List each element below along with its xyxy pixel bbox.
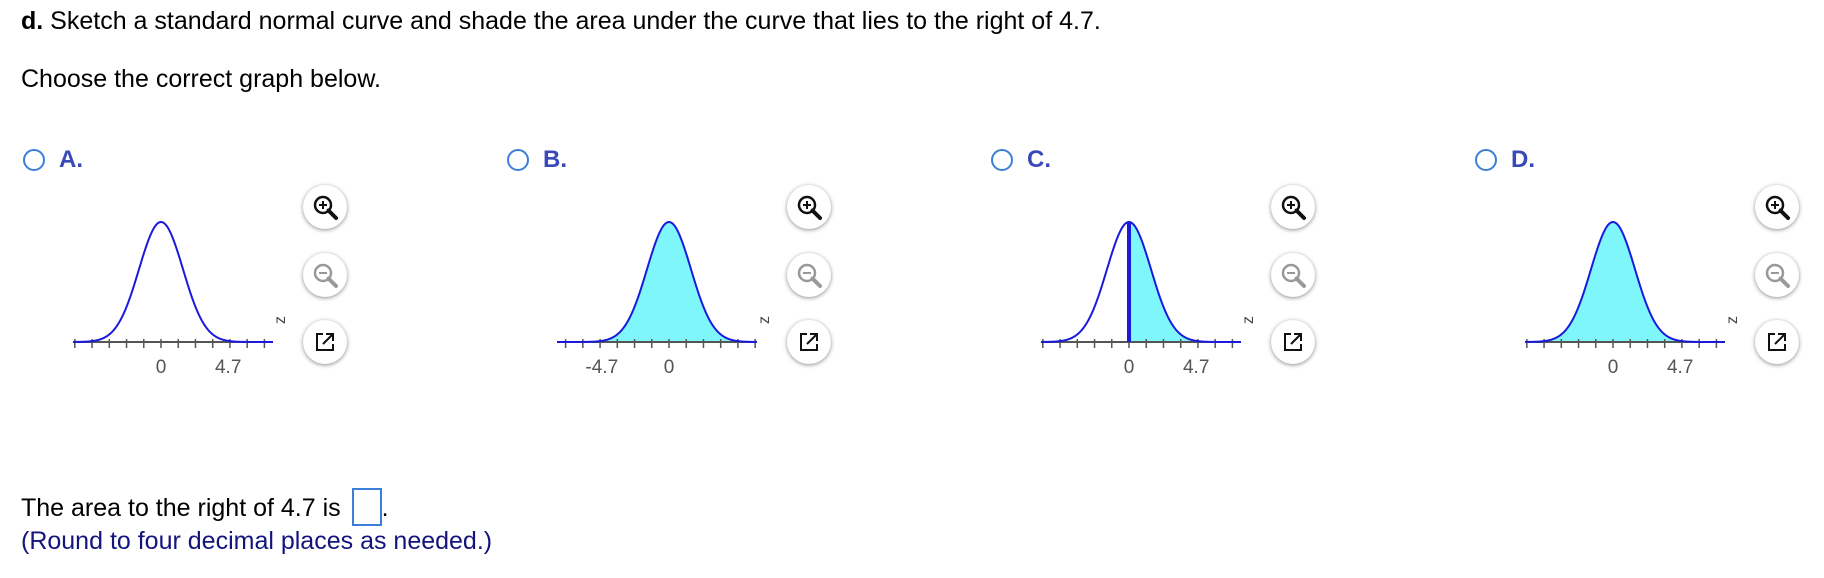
option-d-axis-label: z bbox=[1724, 316, 1741, 324]
option-a-radio[interactable] bbox=[23, 149, 45, 171]
question-text: Sketch a standard normal curve and shade… bbox=[50, 7, 1101, 35]
question-part-label: d. bbox=[21, 7, 44, 35]
option-d-tick-label-left: 0 bbox=[1608, 357, 1619, 378]
zoom-out-icon bbox=[797, 263, 822, 288]
option-b-tick-label-left: -4.7 bbox=[585, 357, 618, 378]
option-a-letter: A. bbox=[59, 146, 83, 173]
option-d-zoom-in-button[interactable] bbox=[1755, 185, 1799, 229]
popout-icon bbox=[1768, 333, 1786, 351]
option-c-head[interactable]: C. bbox=[991, 140, 1051, 180]
option-d-letter: D. bbox=[1511, 146, 1535, 173]
option-a: A. 0 4.7 z bbox=[23, 140, 463, 440]
option-a-curve bbox=[72, 220, 273, 343]
popout-icon bbox=[316, 333, 334, 351]
zoom-in-icon bbox=[313, 195, 338, 220]
option-b-zoom-in-button[interactable] bbox=[787, 185, 831, 229]
option-a-axis-label: z bbox=[272, 316, 289, 324]
option-b: B. -4.7 0 z bbox=[507, 140, 947, 440]
option-b-letter: B. bbox=[543, 146, 567, 173]
answer-input[interactable] bbox=[351, 488, 382, 526]
option-b-axis-label: z bbox=[756, 316, 773, 324]
option-b-radio[interactable] bbox=[507, 149, 529, 171]
zoom-out-icon bbox=[1765, 263, 1790, 288]
zoom-in-icon bbox=[1281, 195, 1306, 220]
instruction-text: Choose the correct graph below. bbox=[21, 65, 381, 93]
rounding-hint: (Round to four decimal places as needed.… bbox=[21, 527, 493, 555]
option-b-tick-label-right: 0 bbox=[664, 357, 675, 378]
option-c-graph: 0 4.7 z bbox=[1040, 220, 1257, 378]
option-a-tick-label-right: 4.7 bbox=[215, 357, 241, 378]
option-c-radio[interactable] bbox=[991, 149, 1013, 171]
option-b-head[interactable]: B. bbox=[507, 140, 567, 180]
option-b-shade bbox=[598, 222, 740, 342]
option-b-graph: -4.7 0 z bbox=[557, 220, 773, 378]
popout-icon bbox=[1284, 333, 1302, 351]
option-a-zoom-out-button[interactable] bbox=[303, 253, 347, 297]
option-a-ticks bbox=[74, 339, 266, 348]
option-b-popout-button[interactable] bbox=[787, 320, 831, 364]
option-d-graph: 0 4.7 z bbox=[1524, 220, 1741, 378]
option-c-axis-label: z bbox=[1240, 316, 1257, 324]
answer-line: The area to the right of 4.7 is . bbox=[21, 488, 389, 526]
zoom-in-icon bbox=[1765, 195, 1790, 220]
option-c-tick-label-left: 0 bbox=[1124, 357, 1135, 378]
option-c: C. 0 4.7 z bbox=[991, 140, 1431, 440]
zoom-out-icon bbox=[1281, 263, 1306, 288]
option-a-head[interactable]: A. bbox=[23, 140, 83, 180]
zoom-in-icon bbox=[797, 195, 822, 220]
option-a-popout-button[interactable] bbox=[303, 320, 347, 364]
question-line: d. Sketch a standard normal curve and sh… bbox=[21, 6, 1101, 36]
option-b-zoom-out-button[interactable] bbox=[787, 253, 831, 297]
option-d-radio[interactable] bbox=[1475, 149, 1497, 171]
option-a-tick-label-left: 0 bbox=[156, 357, 167, 378]
answer-prefix: The area to the right of 4.7 is bbox=[21, 494, 341, 522]
answer-suffix: . bbox=[381, 494, 389, 522]
option-d-popout-button[interactable] bbox=[1755, 320, 1799, 364]
option-d-head[interactable]: D. bbox=[1475, 140, 1535, 180]
option-d: D. 0 4.7 z bbox=[1475, 140, 1824, 440]
option-a-zoom-in-button[interactable] bbox=[303, 185, 347, 229]
option-d-shade bbox=[1542, 222, 1684, 342]
popout-icon bbox=[800, 333, 818, 351]
option-c-tick-label-right: 4.7 bbox=[1183, 357, 1209, 378]
zoom-out-icon bbox=[313, 263, 338, 288]
option-c-popout-button[interactable] bbox=[1271, 320, 1315, 364]
option-c-zoom-in-button[interactable] bbox=[1271, 185, 1315, 229]
option-d-tick-label-right: 4.7 bbox=[1667, 357, 1693, 378]
option-a-graph: 0 4.7 z bbox=[72, 220, 289, 378]
option-c-letter: C. bbox=[1027, 146, 1051, 173]
option-c-shade bbox=[1129, 222, 1200, 342]
option-c-zoom-out-button[interactable] bbox=[1271, 253, 1315, 297]
option-d-zoom-out-button[interactable] bbox=[1755, 253, 1799, 297]
